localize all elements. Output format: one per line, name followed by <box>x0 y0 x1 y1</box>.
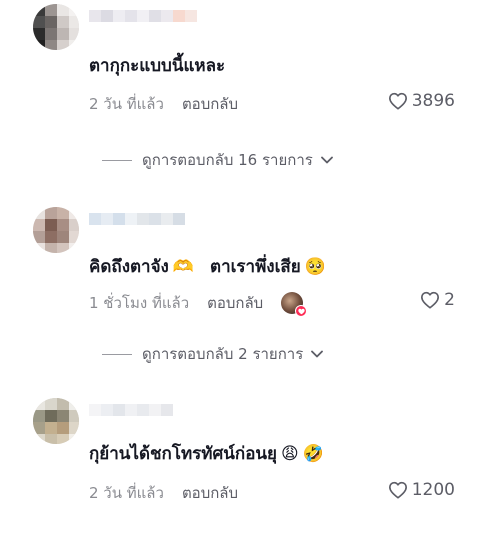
avatar[interactable] <box>33 207 79 253</box>
username-redacted[interactable] <box>89 404 173 418</box>
heart-outline-icon <box>421 291 440 309</box>
username-redacted[interactable] <box>89 10 197 24</box>
heart-outline-icon <box>388 481 407 499</box>
divider-line <box>102 159 132 161</box>
comment-item: ตากุกะแบบนี้แหละ 2 วัน ที่แล้ว ตอบกลับ 3… <box>0 0 495 190</box>
comment-text-part1: คิดถึงตาจัง <box>89 257 169 277</box>
comment-text: คิดถึงตาจัง 🫶 ตาเราพึ่งเสีย 🥺 <box>89 253 326 280</box>
heart-hands-emoji: 🫶 <box>172 256 195 277</box>
like-button[interactable]: 1200 <box>388 480 455 500</box>
comment-meta: 1 ชั่วโมง ที่แล้ว ตอบกลับ <box>89 291 308 317</box>
view-replies-label: ดูการตอบกลับ 2 รายการ <box>142 345 304 363</box>
view-replies-button[interactable]: ดูการตอบกลับ 2 รายการ <box>102 342 324 366</box>
like-button[interactable]: 3896 <box>388 91 455 111</box>
timestamp: 2 วัน ที่แล้ว <box>89 484 164 502</box>
avatar[interactable] <box>33 398 79 444</box>
comment-item: กุย้านได้ชกโทรทัศน์ก่อนยุ 😩 🤣 2 วัน ที่แ… <box>0 390 495 537</box>
reply-button[interactable]: ตอบกลับ <box>207 291 263 315</box>
creator-liked-avatar <box>281 292 308 317</box>
divider-line <box>102 353 132 355</box>
view-replies-button[interactable]: ดูการตอบกลับ 16 รายการ <box>102 148 333 172</box>
comment-meta: 2 วัน ที่แล้ว ตอบกลับ <box>89 481 238 505</box>
view-replies-label: ดูการตอบกลับ 16 รายการ <box>142 151 313 169</box>
timestamp: 2 วัน ที่แล้ว <box>89 95 164 113</box>
heart-badge-icon <box>295 305 308 317</box>
like-count: 3896 <box>411 91 455 111</box>
heart-outline-icon <box>388 92 407 110</box>
comment-text: ตากุกะแบบนี้แหละ <box>89 52 225 79</box>
weary-face-emoji: 😩 <box>281 443 299 464</box>
comment-text-part2: ตาเราพึ่งเสีย <box>210 257 301 277</box>
like-count: 1200 <box>411 480 455 500</box>
rolling-laughing-emoji: 🤣 <box>302 443 324 464</box>
avatar[interactable] <box>33 4 79 50</box>
like-button[interactable]: 2 <box>420 290 455 310</box>
comment-text-content: กุย้านได้ชกโทรทัศน์ก่อนยุ <box>89 444 278 464</box>
username-redacted[interactable] <box>89 213 185 227</box>
comment-text: กุย้านได้ชกโทรทัศน์ก่อนยุ 😩 🤣 <box>89 440 324 467</box>
comment-meta: 2 วัน ที่แล้ว ตอบกลับ <box>89 92 238 116</box>
comment-item: คิดถึงตาจัง 🫶 ตาเราพึ่งเสีย 🥺 1 ชั่วโมง … <box>0 195 495 375</box>
pleading-face-emoji: 🥺 <box>304 256 326 277</box>
like-count: 2 <box>444 290 455 310</box>
chevron-down-icon <box>311 350 324 358</box>
timestamp: 1 ชั่วโมง ที่แล้ว <box>89 294 190 312</box>
reply-button[interactable]: ตอบกลับ <box>182 481 238 505</box>
reply-button[interactable]: ตอบกลับ <box>182 92 238 116</box>
comment-text-content: ตากุกะแบบนี้แหละ <box>89 56 226 76</box>
chevron-down-icon <box>320 156 333 164</box>
